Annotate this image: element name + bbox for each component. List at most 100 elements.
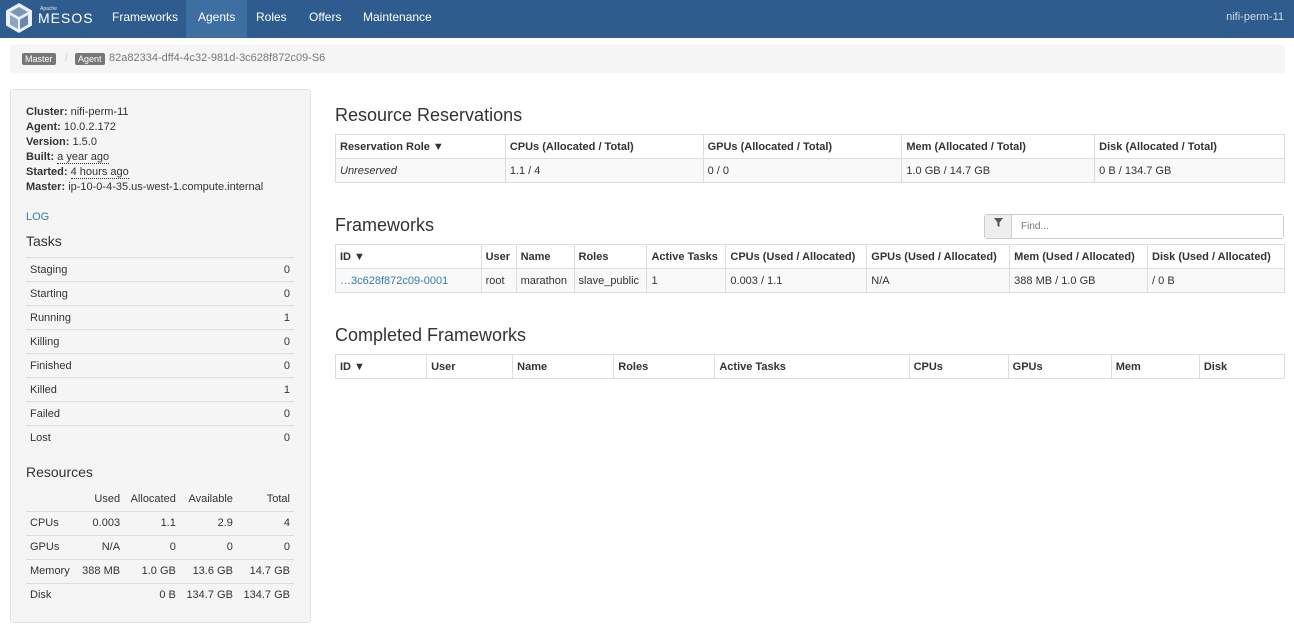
- resource-value: 0 B: [124, 582, 180, 607]
- resource-value: 0: [179, 534, 237, 559]
- top-navbar: Apache MESOS Frameworks Agents Roles Off…: [0, 0, 1294, 38]
- resource-value: 1.1: [124, 510, 180, 535]
- cluster-name: nifi-perm-11: [1226, 11, 1284, 23]
- completed-frameworks-heading: Completed Frameworks: [335, 325, 527, 345]
- column-header[interactable]: Disk: [1198, 354, 1286, 379]
- column-header[interactable]: User: [480, 244, 517, 269]
- task-row: Running 1: [26, 305, 294, 330]
- filter-icon[interactable]: [985, 215, 1012, 238]
- resource-column-header: Used: [94, 492, 121, 505]
- column-header[interactable]: ID ▼: [335, 244, 482, 269]
- breadcrumb: Master / Agent 82a82334-dff4-4c32-981d-3…: [10, 45, 1285, 73]
- task-row: Finished 0: [26, 353, 294, 378]
- info-agent: Agent: 10.0.2.172: [26, 121, 116, 133]
- breadcrumb-agent: Agent: [75, 53, 105, 65]
- mesos-logo-icon: [6, 3, 32, 33]
- column-header[interactable]: Mem (Allocated / Total): [901, 134, 1096, 159]
- task-row: Lost 0: [26, 425, 294, 450]
- reservation-role: Unreserved: [335, 158, 506, 183]
- log-link[interactable]: LOG: [26, 211, 49, 223]
- framework-cell: 0.003 / 1.1: [725, 268, 868, 293]
- task-count: 1: [234, 305, 294, 330]
- nav-offers[interactable]: Offers: [309, 0, 341, 38]
- task-state: Lost: [26, 425, 235, 450]
- column-header[interactable]: CPUs: [908, 354, 1009, 379]
- tasks-table: Staging 0 Starting 0 Running 1 Killing 0 Finishe…: [26, 257, 294, 450]
- framework-cell: N/A: [866, 268, 1011, 293]
- info-started: Started: 4 hours ago: [26, 166, 129, 179]
- brand-logo[interactable]: Apache MESOS: [0, 0, 100, 38]
- task-state: Finished: [26, 353, 235, 378]
- resource-value: N/A: [75, 534, 125, 559]
- column-header[interactable]: Active Tasks: [646, 244, 727, 269]
- nav-maintenance[interactable]: Maintenance: [363, 0, 432, 38]
- column-header[interactable]: Active Tasks: [714, 354, 910, 379]
- resource-column-header: Total: [266, 492, 290, 505]
- column-header[interactable]: Name: [515, 244, 575, 269]
- column-header[interactable]: Disk (Allocated / Total): [1094, 134, 1285, 159]
- resource-value: 4: [236, 510, 294, 535]
- column-header[interactable]: CPUs (Used / Allocated): [725, 244, 868, 269]
- resource-value: 134.7 GB: [179, 582, 237, 607]
- task-state: Killed: [26, 377, 235, 402]
- column-header[interactable]: User: [426, 354, 514, 379]
- reservation-value: 1.1 / 4: [504, 158, 704, 183]
- task-row: Failed 0: [26, 401, 294, 426]
- task-count: 0: [234, 353, 294, 378]
- reservation-value: 0 B / 134.7 GB: [1094, 158, 1285, 183]
- info-version: Version: 1.5.0: [26, 136, 97, 148]
- info-cluster: Cluster: nifi-perm-11: [26, 106, 129, 118]
- resource-column-header: [26, 487, 76, 511]
- resource-value: 0: [236, 534, 294, 559]
- tasks-heading: Tasks: [26, 233, 62, 249]
- resource-row: GPUs N/A 0 0 0: [26, 534, 294, 559]
- breadcrumb-master[interactable]: Master: [22, 53, 56, 65]
- resource-row: CPUs 0.003 1.1 2.9 4: [26, 510, 294, 535]
- column-header[interactable]: GPUs (Allocated / Total): [702, 134, 903, 159]
- column-header[interactable]: Mem (Used / Allocated): [1009, 244, 1149, 269]
- column-header[interactable]: Roles: [613, 354, 716, 379]
- column-header[interactable]: Mem: [1110, 354, 1200, 379]
- resource-value: [75, 582, 125, 607]
- framework-filter: [984, 214, 1284, 239]
- task-state: Failed: [26, 401, 235, 426]
- task-state: Running: [26, 305, 235, 330]
- resource-value: 0.003: [75, 510, 125, 535]
- column-header[interactable]: Roles: [573, 244, 648, 269]
- resource-value: 0: [124, 534, 180, 559]
- task-count: 0: [234, 401, 294, 426]
- task-row: Killing 0: [26, 329, 294, 354]
- framework-cell: marathon: [515, 268, 575, 293]
- resource-name: Disk: [26, 582, 76, 607]
- resource-name: GPUs: [26, 534, 76, 559]
- breadcrumb-agent-id: 82a82334-dff4-4c32-981d-3c628f872c09-S6: [109, 52, 326, 64]
- nav-frameworks[interactable]: Frameworks: [112, 0, 178, 38]
- column-header[interactable]: Name: [512, 354, 615, 379]
- reservation-value: 1.0 GB / 14.7 GB: [901, 158, 1096, 183]
- info-built: Built: a year ago: [26, 151, 110, 164]
- resource-value: 388 MB: [75, 558, 125, 583]
- column-header[interactable]: ID ▼: [334, 354, 428, 379]
- reservation-value: 0 / 0: [702, 158, 903, 183]
- nav-agents[interactable]: Agents: [186, 0, 248, 38]
- task-row: Starting 0: [26, 281, 294, 306]
- framework-cell: root: [480, 268, 517, 293]
- column-header[interactable]: GPUs (Used / Allocated): [866, 244, 1011, 269]
- column-header[interactable]: Reservation Role ▼: [335, 134, 506, 159]
- column-header[interactable]: Disk (Used / Allocated): [1147, 244, 1285, 269]
- brand-name: MESOS: [38, 10, 94, 26]
- framework-search-input[interactable]: [1013, 215, 1283, 238]
- framework-cell: 388 MB / 1.0 GB: [1009, 268, 1149, 293]
- column-header[interactable]: CPUs (Allocated / Total): [504, 134, 704, 159]
- column-header[interactable]: GPUs: [1007, 354, 1112, 379]
- reservations-heading: Resource Reservations: [335, 105, 523, 125]
- resource-value: 1.0 GB: [124, 558, 180, 583]
- resource-name: CPUs: [26, 510, 76, 535]
- framework-id-link[interactable]: …3c628f872c09-0001: [335, 268, 482, 293]
- table-row: Unreserved 1.1 / 40 / 0 1.0 GB / 14.7 GB 0 …: [335, 158, 1285, 183]
- nav-roles[interactable]: Roles: [256, 0, 287, 38]
- frameworks-table: ID ▼ User Name Roles Active Tasks CPUs (Used …: [335, 244, 1285, 293]
- resource-column-header: Allocated: [130, 492, 176, 505]
- frameworks-heading: Frameworks: [335, 215, 435, 235]
- task-count: 0: [234, 425, 294, 450]
